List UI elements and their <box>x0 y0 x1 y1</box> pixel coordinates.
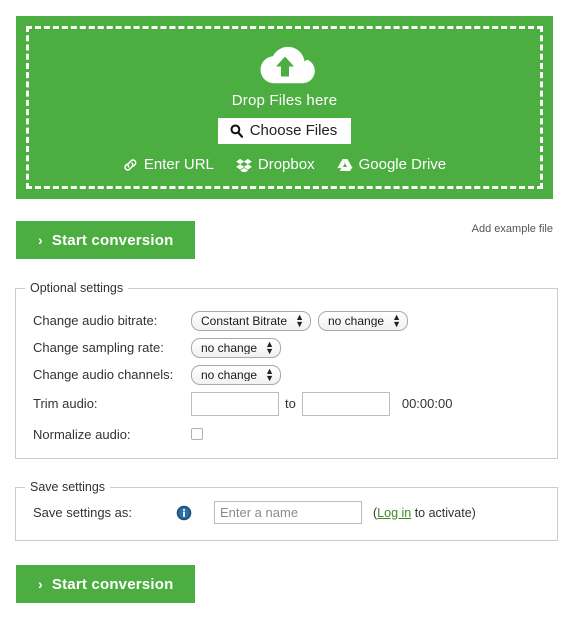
sampling-rate-select[interactable]: no change <box>191 337 281 358</box>
start-conversion-label-bottom: Start conversion <box>51 575 174 593</box>
chevron-right-icon: › <box>38 232 43 248</box>
login-activate-note: (Log in to activate) <box>373 506 476 520</box>
start-conversion-button-top[interactable]: › Start conversion <box>16 221 196 259</box>
trim-start-input[interactable] <box>191 391 279 416</box>
add-example-file-link[interactable]: Add example file <box>472 223 553 235</box>
note-suffix: to activate) <box>411 505 476 520</box>
bitrate-mode-select-wrap[interactable]: Constant Bitrate ▲ ▼ <box>191 310 311 331</box>
search-icon <box>230 124 243 138</box>
source-google-drive[interactable]: Google Drive <box>336 156 447 173</box>
row-change-sampling-rate: Change sampling rate: no change ▲ ▼ <box>16 334 557 361</box>
label-change-sampling-rate: Change sampling rate: <box>33 340 164 355</box>
row-change-audio-bitrate: Change audio bitrate: Constant Bitrate ▲… <box>16 307 557 334</box>
google-drive-icon <box>336 158 353 171</box>
bottom-action-row: › Start conversion <box>16 565 196 603</box>
trim-separator-label: to <box>285 396 296 411</box>
controls-normalize-audio <box>191 428 203 440</box>
row-normalize-audio: Normalize audio: <box>16 419 557 449</box>
label-normalize-audio: Normalize audio: <box>33 426 131 442</box>
optional-settings-panel: Optional settings Change audio bitrate: … <box>15 281 558 459</box>
source-enter-url-label: Enter URL <box>143 156 214 173</box>
source-dropbox-label: Dropbox <box>257 156 315 173</box>
choose-files-button[interactable]: Choose Files <box>217 118 352 144</box>
audio-channels-select[interactable]: no change <box>191 364 281 385</box>
optional-settings-body: Change audio bitrate: Constant Bitrate ▲… <box>16 295 557 449</box>
label-change-audio-channels: Change audio channels: <box>33 367 174 382</box>
save-settings-body: Save settings as: (Log in to activate) <box>16 494 557 524</box>
controls-change-audio-channels: no change ▲ ▼ <box>191 364 281 385</box>
normalize-audio-checkbox[interactable] <box>191 428 203 440</box>
dropbox-icon <box>236 158 252 172</box>
row-save-settings-as: Save settings as: (Log in to activate) <box>16 501 557 524</box>
trim-duration-label: 00:00:00 <box>401 396 453 411</box>
row-trim-audio: Trim audio: to 00:00:00 <box>16 388 557 419</box>
row-change-audio-channels: Change audio channels: no change ▲ ▼ <box>16 361 557 388</box>
start-conversion-button-bottom[interactable]: › Start conversion <box>16 565 196 603</box>
source-enter-url[interactable]: Enter URL <box>123 156 214 173</box>
save-settings-legend: Save settings <box>30 480 106 494</box>
choose-files-label: Choose Files <box>249 122 338 139</box>
label-change-audio-bitrate: Change audio bitrate: <box>33 313 158 328</box>
controls-trim-audio: to 00:00:00 <box>191 391 453 416</box>
save-settings-name-input[interactable] <box>214 501 362 524</box>
optional-settings-legend: Optional settings <box>30 281 124 295</box>
controls-change-sampling-rate: no change ▲ ▼ <box>191 337 281 358</box>
bitrate-value-select[interactable]: no change <box>318 310 408 331</box>
drop-files-label: Drop Files here <box>231 92 338 109</box>
label-trim-audio: Trim audio: <box>33 396 98 411</box>
dropzone-dashed-area[interactable]: Drop Files here Choose Files Enter URL D… <box>26 26 543 189</box>
link-icon <box>124 158 137 171</box>
trim-end-input[interactable] <box>301 391 390 416</box>
controls-change-audio-bitrate: Constant Bitrate ▲ ▼ no change ▲ ▼ <box>191 310 408 331</box>
source-google-drive-label: Google Drive <box>358 156 447 173</box>
chevron-right-icon: › <box>38 576 43 592</box>
info-icon[interactable] <box>176 505 192 521</box>
bitrate-value-select-wrap[interactable]: no change ▲ ▼ <box>318 310 408 331</box>
upload-sources: Enter URL Dropbox Google Drive <box>123 156 446 173</box>
source-dropbox[interactable]: Dropbox <box>236 156 315 173</box>
label-save-settings-as: Save settings as: <box>33 505 132 520</box>
start-conversion-label-top: Start conversion <box>51 231 174 249</box>
audio-channels-select-wrap[interactable]: no change ▲ ▼ <box>191 364 281 385</box>
save-settings-panel: Save settings Save settings as: (Log in … <box>15 480 558 541</box>
bitrate-mode-select[interactable]: Constant Bitrate <box>191 310 311 331</box>
login-link[interactable]: Log in <box>377 506 411 520</box>
cloud-upload-icon <box>260 46 315 84</box>
top-action-row: › Start conversion Add example file <box>16 221 553 259</box>
upload-dropzone[interactable]: Drop Files here Choose Files Enter URL D… <box>16 16 553 199</box>
sampling-rate-select-wrap[interactable]: no change ▲ ▼ <box>191 337 281 358</box>
